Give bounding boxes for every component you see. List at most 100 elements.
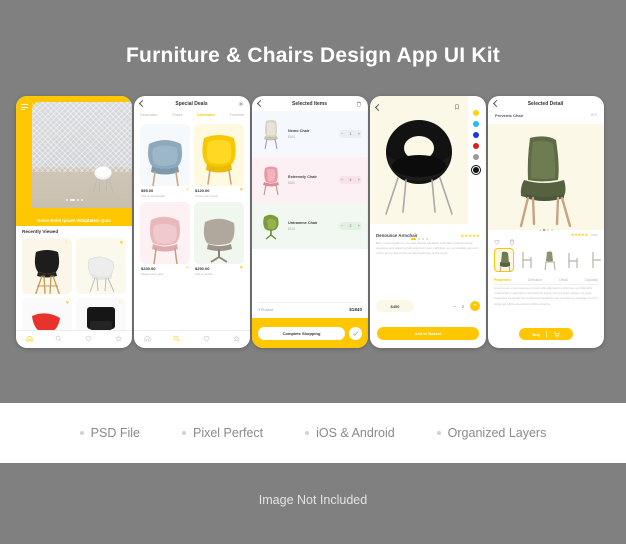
product-meta: $120.00 Neme enim ipsam ♥ <box>194 186 244 199</box>
product-card-red[interactable]: ♥ <box>22 298 72 332</box>
phone-screen-selected-items: Selected Items Nemo Chair $160 − 1 + Ext… <box>252 96 368 348</box>
swatch-yellow[interactable] <box>473 110 479 116</box>
search-icon <box>55 335 61 341</box>
product-description: Sed ut perspiciatis <box>141 194 165 198</box>
product-name-row: Prevents Chair $70 <box>488 111 604 118</box>
tab-label: Detail <box>114 348 122 349</box>
product-card-black-eames[interactable]: ♡ <box>22 238 72 294</box>
rating-block: ★★★★★ (785) <box>571 232 598 237</box>
product-hero <box>488 124 604 230</box>
chair-thumb-icon <box>522 252 532 268</box>
category-tab-decoration[interactable]: Decoration <box>140 113 157 117</box>
increase-button[interactable]: + <box>358 178 360 182</box>
phone-screen-product-detail: Denounce Armchair ★★★★★ But I must expla… <box>370 96 486 348</box>
favorite-icon[interactable]: ♥ <box>66 301 69 306</box>
add-to-basket-button[interactable]: Add to Basket <box>377 326 479 340</box>
product-card[interactable]: $250.00 Sed in certain ♥ <box>194 202 244 276</box>
cart-item-row[interactable]: Untramme Chair $120 − 2 + <box>252 203 368 249</box>
swatch-blue[interactable] <box>473 132 479 138</box>
bookmark-icon[interactable] <box>454 104 460 110</box>
tab-label: Search <box>171 348 181 349</box>
product-card[interactable]: $95.00 Sed ut perspiciatis ♥ <box>140 124 190 198</box>
tab-favorites[interactable]: Favorites <box>82 329 95 349</box>
favorite-icon[interactable]: ♥ <box>186 188 189 193</box>
tab-home[interactable]: Home <box>144 329 153 349</box>
decrease-button[interactable]: − <box>341 224 343 228</box>
quantity-stepper[interactable]: − 4 + <box>339 176 362 184</box>
detail-tab-capacity[interactable]: Capacity <box>585 278 598 282</box>
product-description: Neme enim ipsam <box>195 194 219 198</box>
swatch-black-selected[interactable] <box>471 165 481 175</box>
category-tab-furniture[interactable]: Furniture <box>230 113 244 117</box>
bullet-icon <box>79 431 84 435</box>
complete-shopping-button[interactable]: Complete Shopping <box>258 326 345 340</box>
product-description: But I must explain to you how all this m… <box>376 241 479 256</box>
tab-label: Home <box>144 348 153 349</box>
hamburger-icon[interactable] <box>21 104 28 112</box>
cart-item-row[interactable]: Extremely Chair $180 − 4 + <box>252 157 368 203</box>
favorite-icon[interactable]: ♥ <box>120 241 123 246</box>
rating-stars: ★★★★★ <box>460 233 480 238</box>
favorite-icon[interactable]: ♡ <box>65 241 69 246</box>
swatch-cyan[interactable] <box>473 121 479 127</box>
increase-button[interactable]: + <box>358 132 360 136</box>
cart-item-name: Extremely Chair <box>288 175 317 179</box>
variant-thumbnails <box>494 248 604 273</box>
tab-search[interactable]: Search <box>53 329 63 348</box>
bullet-icon <box>181 431 186 435</box>
variant-thumb-selected[interactable] <box>494 248 514 273</box>
quantity-stepper[interactable]: − 2 + <box>339 222 362 230</box>
increase-button[interactable]: + <box>470 301 480 311</box>
favorite-icon[interactable]: ♥ <box>186 266 189 271</box>
favorite-icon[interactable]: ♡ <box>119 301 123 306</box>
tab-label: Favorites <box>82 348 95 349</box>
category-tab-chairs[interactable]: Chairs <box>172 113 182 117</box>
screen-title: Special Deals <box>175 100 208 107</box>
cart-item-row[interactable]: Nemo Chair $160 − 1 + <box>252 111 368 157</box>
detail-tab-properties[interactable]: Properties <box>494 278 511 282</box>
swatch-gray[interactable] <box>473 154 479 160</box>
chair-thumb-icon <box>568 253 578 268</box>
product-card-black-armchair[interactable]: ♡ <box>76 298 126 332</box>
category-tab-armchairs[interactable]: Armchairs <box>197 113 215 117</box>
favorite-icon[interactable]: ♥ <box>240 266 243 271</box>
increase-button[interactable]: + <box>358 224 360 228</box>
confirm-check-button[interactable] <box>349 326 362 340</box>
tab-home[interactable]: Home <box>26 329 34 348</box>
tab-detail[interactable]: Detail <box>114 329 122 349</box>
quantity-stepper[interactable]: − 1 + <box>339 130 362 138</box>
tab-search[interactable]: Search <box>171 329 181 349</box>
hero-carousel-dots[interactable] <box>16 188 132 206</box>
product-card[interactable]: $230.00 Neque porro quis ♥ <box>140 202 190 276</box>
variant-thumb[interactable] <box>563 248 583 272</box>
decrease-button[interactable]: − <box>341 178 343 182</box>
variant-thumb[interactable] <box>517 248 537 272</box>
variant-thumb[interactable] <box>586 248 604 272</box>
product-price: $450 <box>376 300 414 312</box>
detail-tab-definition[interactable]: Definition <box>528 278 542 282</box>
tab-favorites[interactable]: Favorites <box>200 329 213 349</box>
product-footer: Add to Basket <box>370 318 486 348</box>
star-icon <box>114 334 122 342</box>
phone-screen-selected-detail: Selected Detail Prevents Chair $70 126 <box>488 96 604 348</box>
tab-detail[interactable]: Detail <box>232 329 240 349</box>
decrease-button[interactable]: − <box>341 132 343 136</box>
quantity-value: 2 <box>461 303 464 309</box>
bottom-tabbar: Home Search Favorites Detail <box>16 330 132 348</box>
quantity-stepper[interactable]: − 2 + <box>453 301 480 311</box>
filter-icon[interactable] <box>238 101 244 107</box>
trash-icon[interactable] <box>356 101 362 107</box>
tab-label: Detail <box>232 348 240 349</box>
feature-psd-file: PSD File <box>79 426 140 440</box>
buy-button[interactable]: Buy <box>519 328 573 340</box>
favorite-icon[interactable]: ♥ <box>240 188 243 193</box>
detail-tab-detail[interactable]: Detail <box>559 278 568 282</box>
product-card-white-womb[interactable]: ♥ <box>76 238 126 294</box>
swatch-red[interactable] <box>473 143 479 149</box>
product-description: Neque porro quis <box>141 272 164 276</box>
tab-label: Favorites <box>200 348 213 349</box>
variant-thumb[interactable] <box>540 248 560 272</box>
decrease-button[interactable]: − <box>453 304 456 309</box>
product-card[interactable]: $120.00 Neme enim ipsam ♥ <box>194 124 244 198</box>
home-hero: Nemo Enim Ipsam Voluptatem Quia <box>16 96 132 226</box>
